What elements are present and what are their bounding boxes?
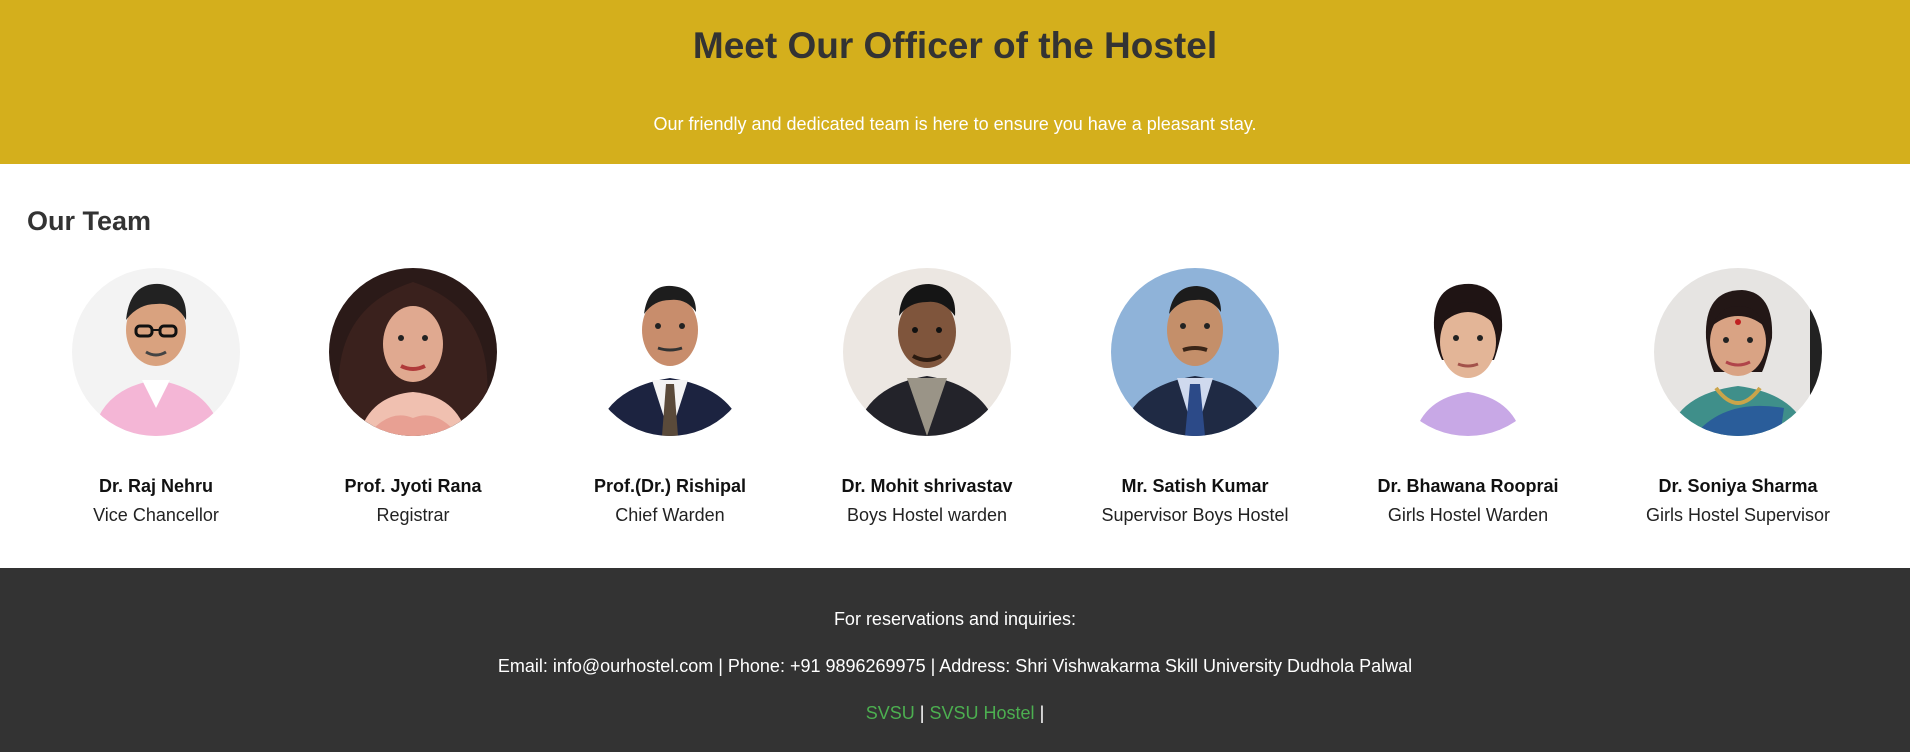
svsu-hostel-link[interactable]: SVSU Hostel — [930, 703, 1035, 723]
avatar — [843, 268, 1011, 436]
member-role: Girls Hostel Warden — [1387, 505, 1549, 525]
avatar — [586, 268, 754, 436]
link-separator: | — [1039, 703, 1045, 723]
team-member-card: Mr. Satish Kumar Supervisor Boys Hostel — [1065, 268, 1325, 526]
page-title: Meet Our Officer of the Hostel — [692, 25, 1218, 66]
member-role: Supervisor Boys Hostel — [1101, 505, 1289, 525]
link-separator: | — [919, 703, 925, 723]
member-name: Dr. Bhawana Rooprai — [1377, 476, 1559, 496]
member-name: Dr. Mohit shrivastav — [841, 476, 1013, 496]
team-member-card: Prof.(Dr.) Rishipal Chief Warden — [540, 268, 800, 526]
member-role: Vice Chancellor — [93, 505, 219, 525]
member-name: Mr. Satish Kumar — [1121, 476, 1269, 496]
team-member-card: Dr. Raj Nehru Vice Chancellor — [26, 268, 286, 526]
member-role: Chief Warden — [615, 505, 725, 525]
footer-links: SVSU | SVSU Hostel | — [0, 702, 1910, 724]
avatar — [329, 268, 497, 436]
team-heading: Our Team — [27, 206, 152, 236]
member-role: Registrar — [376, 505, 450, 525]
team-member-card: Dr. Soniya Sharma Girls Hostel Superviso… — [1608, 268, 1868, 526]
page-subtitle: Our friendly and dedicated team is here … — [653, 114, 1257, 134]
avatar — [72, 268, 240, 436]
team-member-card: Dr. Bhawana Rooprai Girls Hostel Warden — [1338, 268, 1598, 526]
avatar — [1654, 268, 1822, 436]
team-member-card: Prof. Jyoti Rana Registrar — [283, 268, 543, 526]
svsu-link[interactable]: SVSU — [866, 703, 915, 723]
member-name: Dr. Raj Nehru — [98, 476, 214, 496]
member-name: Prof. Jyoti Rana — [344, 476, 482, 496]
footer-inquiries: For reservations and inquiries: — [833, 609, 1077, 629]
avatar — [1384, 268, 1552, 436]
hero-banner: Meet Our Officer of the Hostel Our frien… — [0, 0, 1910, 164]
footer: For reservations and inquiries: Email: i… — [0, 568, 1910, 752]
team-section: Our Team Dr. Raj Nehru Vice Chancellor P… — [0, 164, 1910, 568]
member-role: Boys Hostel warden — [846, 505, 1008, 525]
footer-contact: Email: info@ourhostel.com | Phone: +91 9… — [497, 656, 1413, 676]
member-name: Prof.(Dr.) Rishipal — [593, 476, 746, 496]
avatar — [1111, 268, 1279, 436]
member-role: Girls Hostel Supervisor — [1645, 505, 1831, 525]
member-name: Dr. Soniya Sharma — [1658, 476, 1818, 496]
team-member-card: Dr. Mohit shrivastav Boys Hostel warden — [797, 268, 1057, 526]
